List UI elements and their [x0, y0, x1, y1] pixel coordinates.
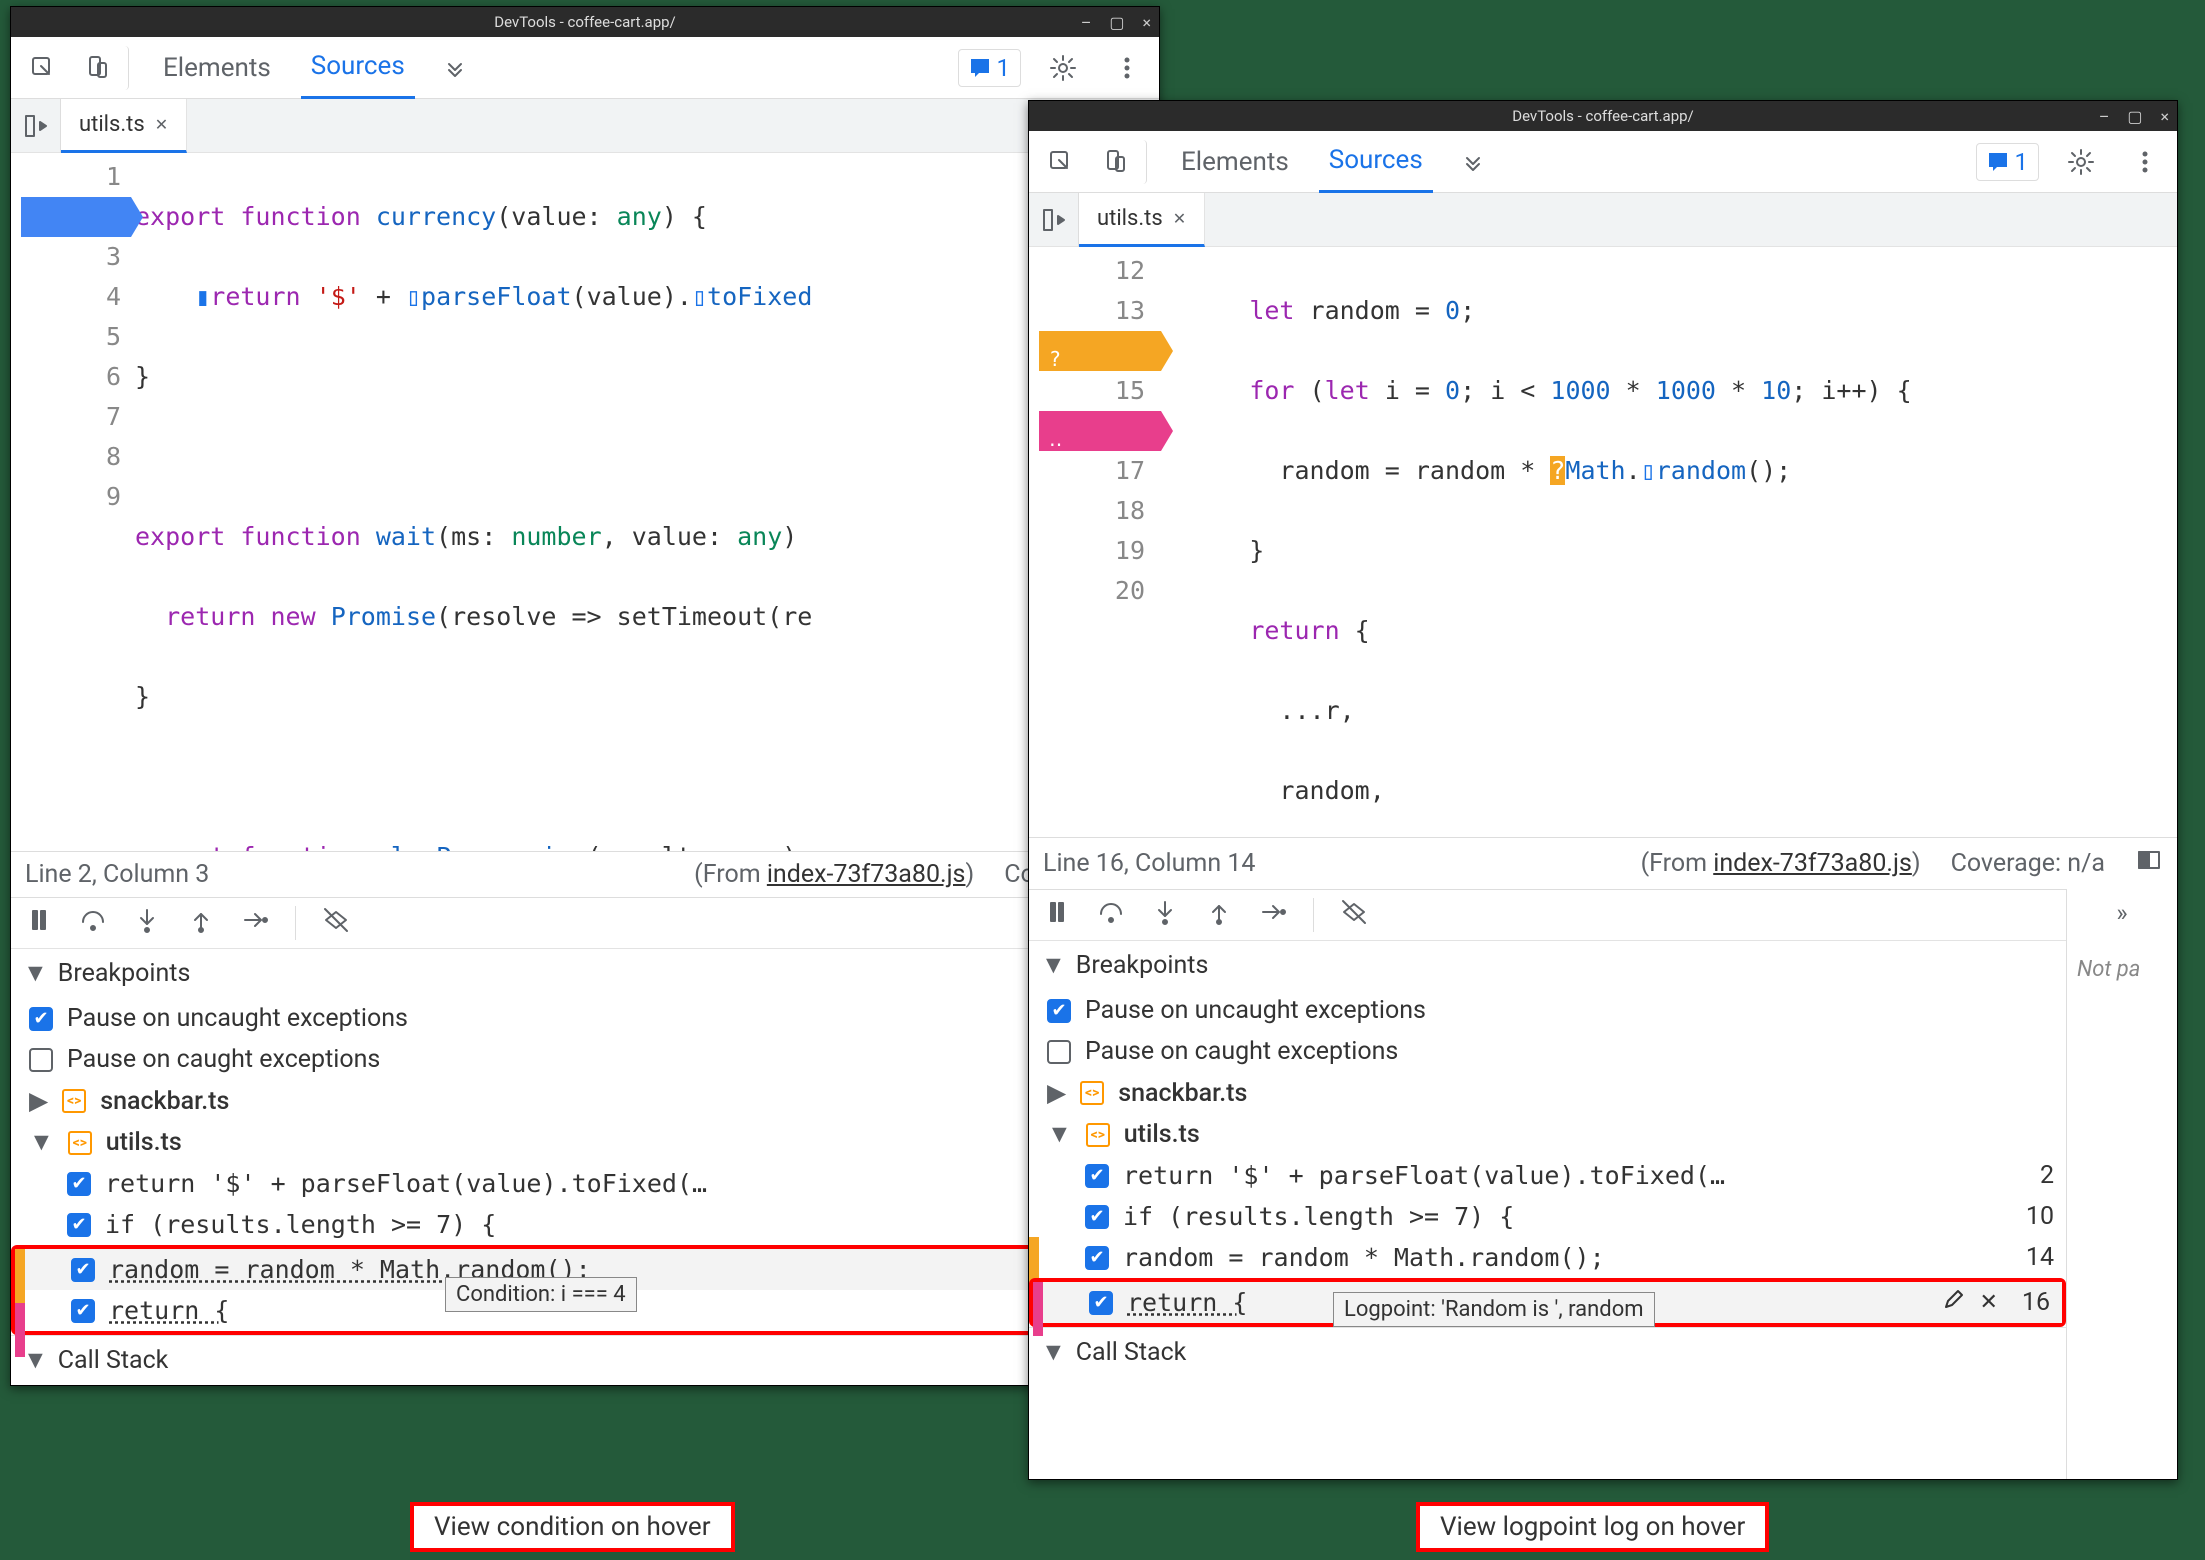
step-icon[interactable] — [241, 906, 269, 940]
devtools-window-right: DevTools - coffee-cart.app/ – ▢ × Elemen… — [1028, 100, 2178, 1480]
devtools-window-left: DevTools - coffee-cart.app/ – ▢ × Elemen… — [10, 6, 1160, 1386]
close-icon[interactable]: × — [1142, 13, 1151, 32]
settings-icon[interactable] — [2059, 140, 2103, 184]
cursor-pos: Line 2, Column 3 — [25, 860, 209, 889]
device-icon[interactable] — [85, 46, 129, 90]
file-tab-utils[interactable]: utils.ts ✕ — [61, 99, 187, 153]
file-tabs: utils.ts ✕ — [1029, 193, 2177, 247]
caption-left: View condition on hover — [410, 1502, 735, 1552]
titlebar: DevTools - coffee-cart.app/ – ▢ × — [1029, 101, 2177, 131]
debugger-toolbar — [11, 897, 1159, 948]
code-editor[interactable]: 12 13 ?14 15 ‥16 17 18 19 20 let random … — [1029, 247, 2177, 837]
kebab-icon[interactable] — [2123, 140, 2167, 184]
code-editor[interactable]: 1 2 3 4 5 6 7 8 9 export function curren… — [11, 153, 1159, 851]
remove-icon[interactable]: ✕ — [1979, 1290, 1997, 1315]
sourcemap-link[interactable]: index-73f73a80.js — [767, 860, 966, 889]
bp-pause-uncaught[interactable]: ✔Pause on uncaught exceptions — [11, 998, 1159, 1039]
title-text: DevTools - coffee-cart.app/ — [494, 13, 676, 31]
navigator-icon[interactable] — [11, 99, 61, 153]
cursor-pos: Line 16, Column 14 — [1043, 849, 1255, 878]
bp-pause-caught[interactable]: Pause on caught exceptions — [11, 1039, 1159, 1080]
not-paused-text: Not pa — [2077, 957, 2167, 982]
bp-row-2[interactable]: ✔if (results.length >= 7) {10 — [1029, 1196, 2066, 1237]
inspect-icon[interactable] — [1039, 140, 1083, 184]
status-bar: Line 2, Column 3 (From index-73f73a80.js… — [11, 851, 1159, 897]
bp-pause-caught[interactable]: Pause on caught exceptions — [1029, 1031, 2066, 1072]
status-bar: Line 16, Column 14 (From index-73f73a80.… — [1029, 837, 2177, 889]
close-tab-icon[interactable]: ✕ — [1173, 209, 1186, 228]
logpoint-tooltip: Logpoint: 'Random is ', random — [1333, 1292, 1655, 1327]
stepout-icon[interactable] — [187, 906, 215, 940]
edit-icon[interactable] — [1943, 1288, 1965, 1317]
condition-tooltip: Condition: i === 4 — [445, 1277, 637, 1312]
main-tabs: Elements Sources 1 — [1029, 131, 2177, 193]
bp-file-snackbar[interactable]: ▶<>snackbar.ts — [1029, 1072, 2066, 1114]
bp-pause-uncaught[interactable]: ✔Pause on uncaught exceptions — [1029, 990, 2066, 1031]
device-icon[interactable] — [1103, 140, 1147, 184]
file-name: utils.ts — [79, 112, 145, 137]
bp-file-snackbar[interactable]: ▶<>snackbar.ts — [11, 1080, 1159, 1122]
file-tabs: utils.ts ✕ — [11, 99, 1159, 153]
coverage: Coverage: n/a — [1951, 849, 2105, 878]
bp-row-2[interactable]: ✔if (results.length >= 7) {10 — [11, 1204, 1159, 1245]
title-text: DevTools - coffee-cart.app/ — [1512, 107, 1694, 125]
msg-count: 1 — [2015, 148, 2029, 176]
bp-file-utils[interactable]: ▼<>utils.ts — [1029, 1114, 2066, 1155]
caption-right: View logpoint log on hover — [1416, 1502, 1769, 1552]
navigator-icon[interactable] — [1029, 193, 1079, 247]
messages-counter[interactable]: 1 — [958, 49, 1022, 87]
main-tabs: Elements Sources 1 — [11, 37, 1159, 99]
settings-icon[interactable] — [1041, 46, 1085, 90]
messages-counter[interactable]: 1 — [1976, 143, 2040, 181]
bp-row-1[interactable]: ✔return '$' + parseFloat(value).toFixed(… — [11, 1163, 1159, 1204]
stepinto-icon[interactable] — [133, 906, 161, 940]
file-name: utils.ts — [1097, 206, 1163, 231]
tab-sources[interactable]: Sources — [1319, 131, 1433, 193]
callstack-header[interactable]: ▼Call Stack — [1029, 1327, 2066, 1377]
file-tab-utils[interactable]: utils.ts ✕ — [1079, 193, 1205, 247]
callstack-header[interactable]: ▼Call Stack — [11, 1335, 1159, 1385]
stepover-icon[interactable] — [79, 906, 107, 940]
inspect-icon[interactable] — [21, 46, 65, 90]
gutter-marker-orange — [15, 1249, 25, 1303]
titlebar: DevTools - coffee-cart.app/ – ▢ × — [11, 7, 1159, 37]
deactivate-bp-icon[interactable] — [322, 906, 350, 940]
minimize-icon[interactable]: – — [2099, 107, 2110, 126]
gutter-marker-pink — [1033, 1282, 1043, 1336]
minimize-icon[interactable]: – — [1081, 13, 1092, 32]
breakpoints-header[interactable]: ▼Breakpoints — [11, 948, 1159, 998]
tab-elements[interactable]: Elements — [153, 37, 281, 99]
tab-elements[interactable]: Elements — [1171, 131, 1299, 193]
close-tab-icon[interactable]: ✕ — [155, 115, 168, 134]
pause-icon[interactable] — [25, 906, 53, 940]
expand-icon[interactable]: » — [2077, 899, 2167, 927]
pause-icon[interactable] — [1043, 898, 1071, 932]
msg-count: 1 — [997, 54, 1011, 82]
more-tabs-icon[interactable] — [435, 46, 479, 90]
tab-sources[interactable]: Sources — [301, 37, 415, 99]
stepout-icon[interactable] — [1205, 898, 1233, 932]
coverage-icon[interactable] — [2135, 846, 2163, 881]
stepinto-icon[interactable] — [1151, 898, 1179, 932]
more-tabs-icon[interactable] — [1453, 140, 1497, 184]
breakpoints-header[interactable]: ▼Breakpoints — [1029, 940, 2066, 990]
gutter-marker-pink — [15, 1303, 25, 1357]
sourcemap-link[interactable]: index-73f73a80.js — [1713, 849, 1912, 878]
debugger-toolbar — [1029, 889, 2066, 940]
kebab-icon[interactable] — [1105, 46, 1149, 90]
close-icon[interactable]: × — [2160, 107, 2169, 126]
step-icon[interactable] — [1259, 898, 1287, 932]
stepover-icon[interactable] — [1097, 898, 1125, 932]
bp-row-3[interactable]: ✔random = random * Math.random();14 — [1029, 1237, 2066, 1278]
maximize-icon[interactable]: ▢ — [1109, 13, 1124, 32]
deactivate-bp-icon[interactable] — [1340, 898, 1368, 932]
bp-row-1[interactable]: ✔return '$' + parseFloat(value).toFixed(… — [1029, 1155, 2066, 1196]
maximize-icon[interactable]: ▢ — [2127, 107, 2142, 126]
bp-file-utils[interactable]: ▼<>utils.ts — [11, 1122, 1159, 1163]
